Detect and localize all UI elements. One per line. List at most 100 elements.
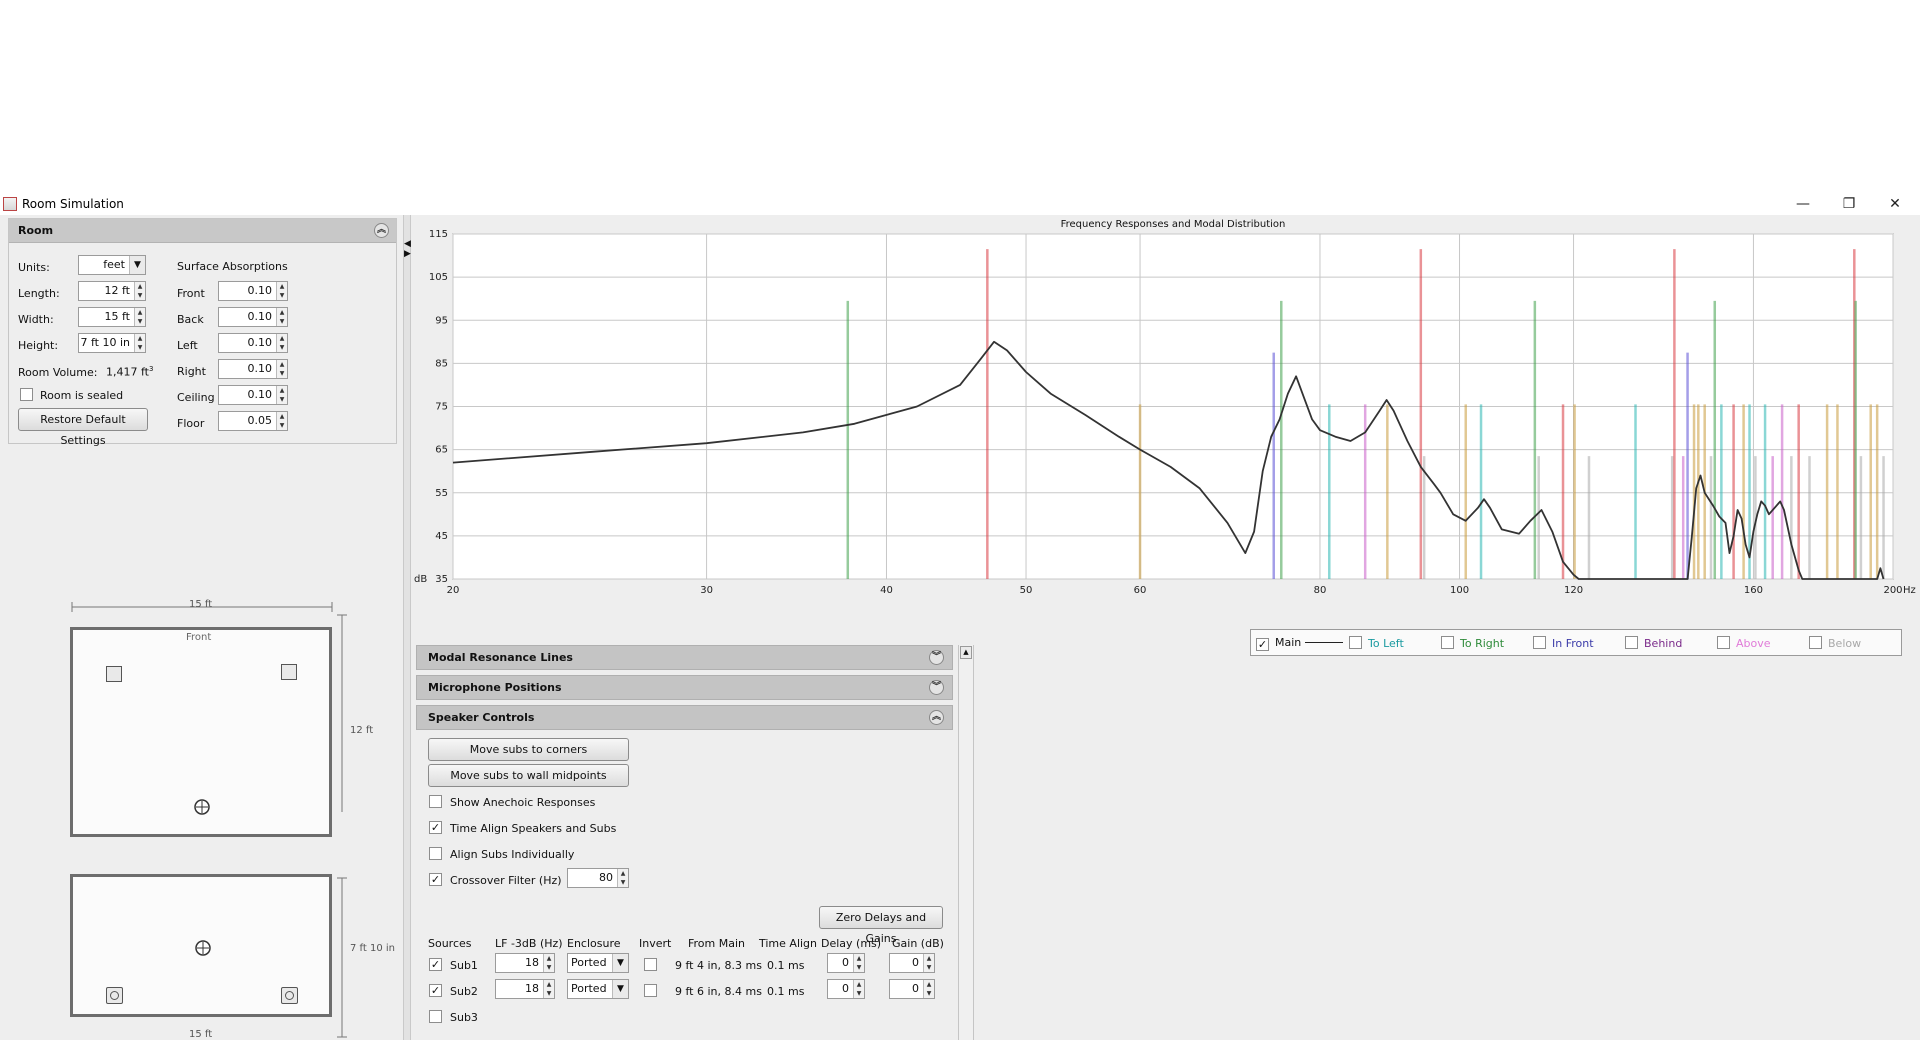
sub1-lf-spinner[interactable]: 18 ▲ ▼ (495, 953, 555, 973)
align-individually-checkbox[interactable] (429, 847, 442, 860)
sub1-delay-spinner[interactable]: 0 ▲ ▼ (827, 953, 865, 973)
sub2-lf-spinner[interactable]: 18 ▲ ▼ (495, 979, 555, 999)
room-plan-side-view[interactable] (70, 874, 332, 1017)
move-subs-midpoints-button[interactable]: Move subs to wall midpoints (428, 764, 629, 787)
move-subs-corners-button[interactable]: Move subs to corners (428, 738, 629, 761)
crossover-checkbox[interactable]: ✓ (429, 873, 442, 886)
sub1-speaker-icon[interactable] (106, 987, 123, 1004)
length-spinner[interactable]: 12 ft ▲ ▼ (78, 281, 146, 301)
plan-front-label: Front (186, 632, 212, 643)
collapse-up-icon[interactable]: ︽ (374, 223, 389, 238)
anechoic-checkbox[interactable] (429, 795, 442, 808)
chevron-down-icon[interactable]: ▼ (612, 980, 628, 998)
sub3-checkbox[interactable] (429, 1010, 442, 1023)
restore-defaults-button[interactable]: Restore Default Settings (18, 408, 148, 447)
legend-in-front-checkbox[interactable] (1533, 636, 1546, 649)
spinner-arrows-icon[interactable]: ▲ ▼ (923, 954, 934, 972)
legend-to-left[interactable]: To Left (1349, 636, 1404, 650)
chevron-down-icon[interactable]: ▼ (129, 256, 145, 274)
microphone-positions-header[interactable]: Microphone Positions ︾ (416, 675, 953, 700)
collapse-up-icon[interactable]: ︽ (929, 710, 944, 725)
sub1-checkbox[interactable]: ✓ (429, 958, 442, 971)
right-absorption-spinner[interactable]: 0.10 ▲ ▼ (218, 359, 288, 379)
frequency-response-chart[interactable]: Frequency Responses and Modal Distributi… (411, 215, 1920, 623)
legend-to-right[interactable]: To Right (1441, 636, 1504, 650)
y-tick-label: 65 (435, 445, 448, 456)
spinner-arrows-icon[interactable]: ▲ ▼ (617, 869, 628, 887)
restore-button[interactable]: ❐ (1826, 193, 1872, 215)
sub2-enclosure-select[interactable]: Ported ▼ (567, 979, 629, 999)
legend-in-front[interactable]: In Front (1533, 636, 1594, 650)
minimize-button[interactable]: — (1780, 193, 1826, 215)
width-spinner[interactable]: 15 ft ▲ ▼ (78, 307, 146, 327)
sub1-gain-spinner[interactable]: 0 ▲ ▼ (889, 953, 935, 973)
units-label: Units: (18, 261, 50, 274)
listener-mic-icon[interactable] (194, 939, 212, 957)
height-spinner[interactable]: 7 ft 10 in ▲ ▼ (78, 333, 146, 353)
controls-scrollbar[interactable]: ▲ (958, 645, 974, 1040)
spinner-arrows-icon[interactable]: ▲ ▼ (276, 386, 287, 404)
close-button[interactable]: ✕ (1872, 193, 1918, 215)
spinner-arrows-icon[interactable]: ▲ ▼ (276, 308, 287, 326)
left-absorption-spinner[interactable]: 0.10 ▲ ▼ (218, 333, 288, 353)
right-speaker-icon[interactable] (281, 664, 297, 680)
zero-delays-button[interactable]: Zero Delays and Gains (819, 906, 943, 945)
legend-behind-checkbox[interactable] (1625, 636, 1638, 649)
sub1-invert-checkbox[interactable] (644, 958, 657, 971)
sub2-gain-spinner[interactable]: 0 ▲ ▼ (889, 979, 935, 999)
modal-resonance-header[interactable]: Modal Resonance Lines ︾ (416, 645, 953, 670)
spinner-arrows-icon[interactable]: ▲ ▼ (923, 980, 934, 998)
time-align-checkbox[interactable]: ✓ (429, 821, 442, 834)
crossover-spinner[interactable]: 80 ▲ ▼ (567, 868, 629, 888)
ceiling-absorption-spinner[interactable]: 0.10 ▲ ▼ (218, 385, 288, 405)
legend-above-checkbox[interactable] (1717, 636, 1730, 649)
chevron-down-icon[interactable]: ▼ (612, 954, 628, 972)
units-select[interactable]: feet ▼ (78, 255, 146, 275)
legend-to-right-checkbox[interactable] (1441, 636, 1454, 649)
sub1-enclosure-select[interactable]: Ported ▼ (567, 953, 629, 973)
legend-behind[interactable]: Behind (1625, 636, 1682, 650)
room-panel-header[interactable]: Room ︽ (9, 219, 396, 243)
legend-to-left-checkbox[interactable] (1349, 636, 1362, 649)
room-plan-top-view[interactable]: Front (70, 627, 332, 837)
floor-absorption-spinner[interactable]: 0.05 ▲ ▼ (218, 411, 288, 431)
col-enclosure: Enclosure (567, 937, 621, 950)
y-tick-label: 105 (429, 272, 448, 283)
front-absorption-spinner[interactable]: 0.10 ▲ ▼ (218, 281, 288, 301)
spinner-arrows-icon[interactable]: ▲ ▼ (276, 282, 287, 300)
col-lf: LF -3dB (Hz) (495, 937, 563, 950)
legend-main-checkbox[interactable]: ✓ (1256, 638, 1269, 651)
expand-down-icon[interactable]: ︾ (929, 650, 944, 665)
spinner-arrows-icon[interactable]: ▲ ▼ (134, 308, 145, 326)
spinner-arrows-icon[interactable]: ▲ ▼ (134, 282, 145, 300)
spinner-arrows-icon[interactable]: ▲ ▼ (276, 334, 287, 352)
java-app-icon (3, 197, 17, 211)
sub2-label: Sub2 (450, 985, 478, 998)
speaker-controls-header[interactable]: Speaker Controls ︽ (416, 705, 953, 730)
y-tick-label: 85 (435, 358, 448, 369)
spinner-arrows-icon[interactable]: ▲ ▼ (853, 980, 864, 998)
spinner-arrows-icon[interactable]: ▲ ▼ (853, 954, 864, 972)
spinner-arrows-icon[interactable]: ▲ ▼ (276, 360, 287, 378)
splitter-arrows-icon[interactable]: ◀ ▶ (404, 239, 411, 259)
spinner-arrows-icon[interactable]: ▲ ▼ (543, 954, 554, 972)
listener-mic-icon[interactable] (193, 798, 211, 816)
scroll-up-icon[interactable]: ▲ (960, 646, 972, 659)
sub2-speaker-icon[interactable] (281, 987, 298, 1004)
sub2-invert-checkbox[interactable] (644, 984, 657, 997)
sub2-checkbox[interactable]: ✓ (429, 984, 442, 997)
room-sealed-checkbox[interactable] (20, 388, 33, 401)
sub2-delay-spinner[interactable]: 0 ▲ ▼ (827, 979, 865, 999)
legend-above[interactable]: Above (1717, 636, 1771, 650)
back-label: Back (177, 313, 204, 326)
expand-down-icon[interactable]: ︾ (929, 680, 944, 695)
pane-splitter[interactable]: ◀ ▶ (403, 215, 411, 1040)
legend-below-checkbox[interactable] (1809, 636, 1822, 649)
left-speaker-icon[interactable] (106, 666, 122, 682)
legend-main[interactable]: ✓ Main (1256, 636, 1344, 651)
back-absorption-spinner[interactable]: 0.10 ▲ ▼ (218, 307, 288, 327)
spinner-arrows-icon[interactable]: ▲ ▼ (134, 334, 145, 352)
spinner-arrows-icon[interactable]: ▲ ▼ (543, 980, 554, 998)
legend-below[interactable]: Below (1809, 636, 1861, 650)
spinner-arrows-icon[interactable]: ▲ ▼ (276, 412, 287, 430)
